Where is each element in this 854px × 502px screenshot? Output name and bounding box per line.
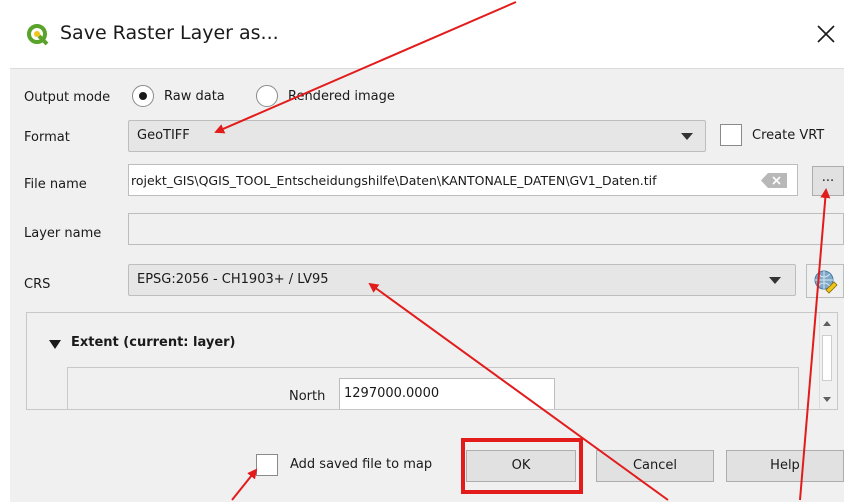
qgis-logo-icon — [27, 24, 49, 46]
chevron-down-icon — [769, 277, 781, 284]
window-title: Save Raster Layer as... — [60, 22, 279, 44]
file-name-label: File name — [24, 177, 87, 192]
clear-text-icon[interactable] — [761, 173, 787, 188]
scroll-down-icon[interactable] — [823, 397, 831, 402]
rendered-image-radio[interactable] — [256, 85, 278, 107]
rendered-image-label[interactable]: Rendered image — [288, 89, 395, 104]
title-bar: Save Raster Layer as... — [0, 0, 854, 68]
close-icon[interactable] — [812, 20, 840, 48]
file-name-input[interactable]: rojekt_GIS\QGIS_TOOL_Entscheidungshilfe\… — [128, 164, 798, 196]
scroll-up-icon[interactable] — [823, 321, 831, 326]
create-vrt-label[interactable]: Create VRT — [752, 128, 824, 143]
cancel-button[interactable]: Cancel — [596, 450, 714, 482]
ok-highlight-box — [461, 438, 583, 494]
north-label: North — [289, 389, 326, 404]
chevron-down-icon — [681, 133, 693, 140]
extent-scroll-area[interactable]: Extent (current: layer) North 1297000.00… — [26, 312, 838, 410]
help-button[interactable]: Help — [726, 450, 844, 482]
extent-header[interactable]: Extent (current: layer) — [71, 335, 236, 350]
layer-name-label: Layer name — [24, 226, 102, 241]
north-input[interactable]: 1297000.0000 — [339, 378, 555, 409]
format-combo[interactable]: GeoTIFF — [128, 120, 706, 152]
layer-name-input[interactable] — [128, 213, 844, 245]
vertical-scrollbar[interactable] — [819, 313, 833, 409]
browse-button[interactable]: ... — [812, 166, 844, 196]
add-saved-file-label[interactable]: Add saved file to map — [290, 457, 432, 472]
format-label: Format — [24, 130, 70, 145]
crs-combo[interactable]: EPSG:2056 - CH1903+ / LV95 — [128, 264, 796, 296]
crs-value: EPSG:2056 - CH1903+ / LV95 — [137, 272, 329, 287]
file-name-value: rojekt_GIS\QGIS_TOOL_Entscheidungshilfe\… — [131, 173, 657, 188]
add-saved-file-checkbox[interactable] — [256, 454, 278, 476]
north-value: 1297000.0000 — [344, 386, 440, 401]
output-mode-label: Output mode — [24, 90, 111, 105]
create-vrt-checkbox[interactable] — [720, 124, 742, 146]
crs-label: CRS — [24, 277, 51, 292]
triangle-down-icon[interactable] — [49, 340, 61, 350]
scroll-thumb[interactable] — [822, 335, 832, 381]
raw-data-label[interactable]: Raw data — [164, 89, 225, 104]
format-value: GeoTIFF — [137, 128, 190, 143]
globe-projection-icon — [814, 270, 838, 294]
crs-select-button[interactable] — [806, 264, 844, 298]
raw-data-radio[interactable] — [132, 85, 154, 107]
